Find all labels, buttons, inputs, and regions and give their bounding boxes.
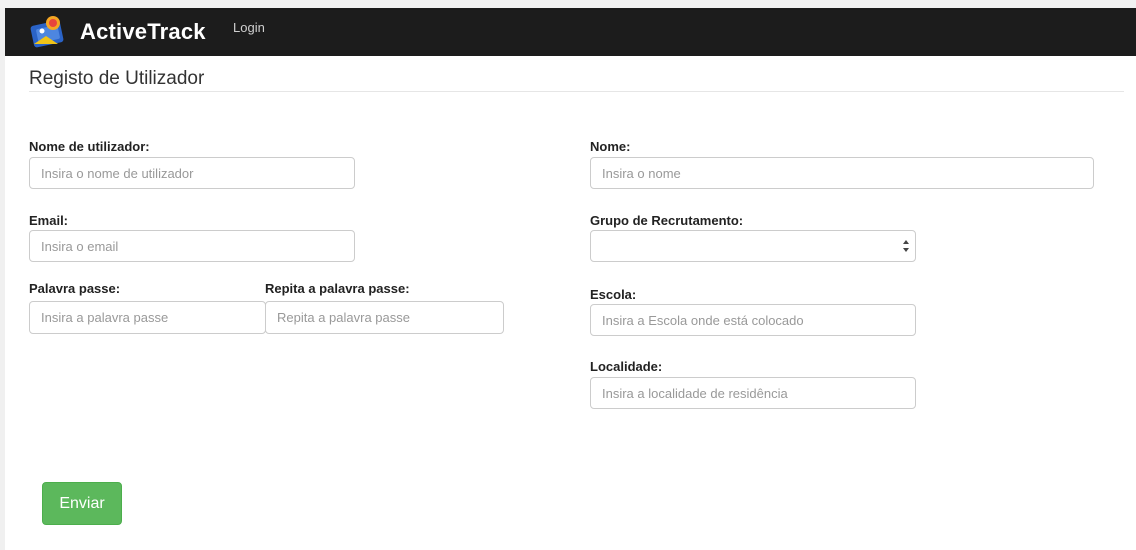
- brand-link[interactable]: ActiveTrack: [28, 13, 206, 51]
- window-left-strip: [0, 8, 5, 550]
- window-top-strip: [0, 0, 1136, 8]
- username-label: Nome de utilizador:: [29, 139, 150, 154]
- brand-name: ActiveTrack: [80, 19, 206, 44]
- name-label: Nome:: [590, 139, 631, 154]
- email-input[interactable]: [29, 230, 355, 262]
- email-label: Email:: [29, 213, 69, 228]
- navbar: ActiveTrack Login: [5, 8, 1136, 56]
- recruitment-group-label: Grupo de Recrutamento:: [590, 213, 744, 228]
- nav-login-link[interactable]: Login: [233, 20, 265, 35]
- name-input[interactable]: [590, 157, 1094, 189]
- page-title: Registo de Utilizador: [29, 68, 205, 89]
- school-input[interactable]: [590, 304, 916, 336]
- password-input[interactable]: [29, 301, 266, 334]
- username-input[interactable]: [29, 157, 355, 189]
- title-divider: [29, 91, 1124, 92]
- submit-button[interactable]: Enviar: [42, 482, 122, 525]
- activetrack-logo-icon: [30, 16, 64, 48]
- password-repeat-label: Repita a palavra passe:: [265, 281, 410, 296]
- recruitment-group-select[interactable]: [590, 230, 916, 262]
- locality-label: Localidade:: [590, 359, 663, 374]
- password-label: Palavra passe:: [29, 281, 121, 296]
- locality-input[interactable]: [590, 377, 916, 409]
- school-label: Escola:: [590, 287, 637, 302]
- select-updown-arrows-icon: [903, 240, 909, 252]
- password-repeat-input[interactable]: [265, 301, 504, 334]
